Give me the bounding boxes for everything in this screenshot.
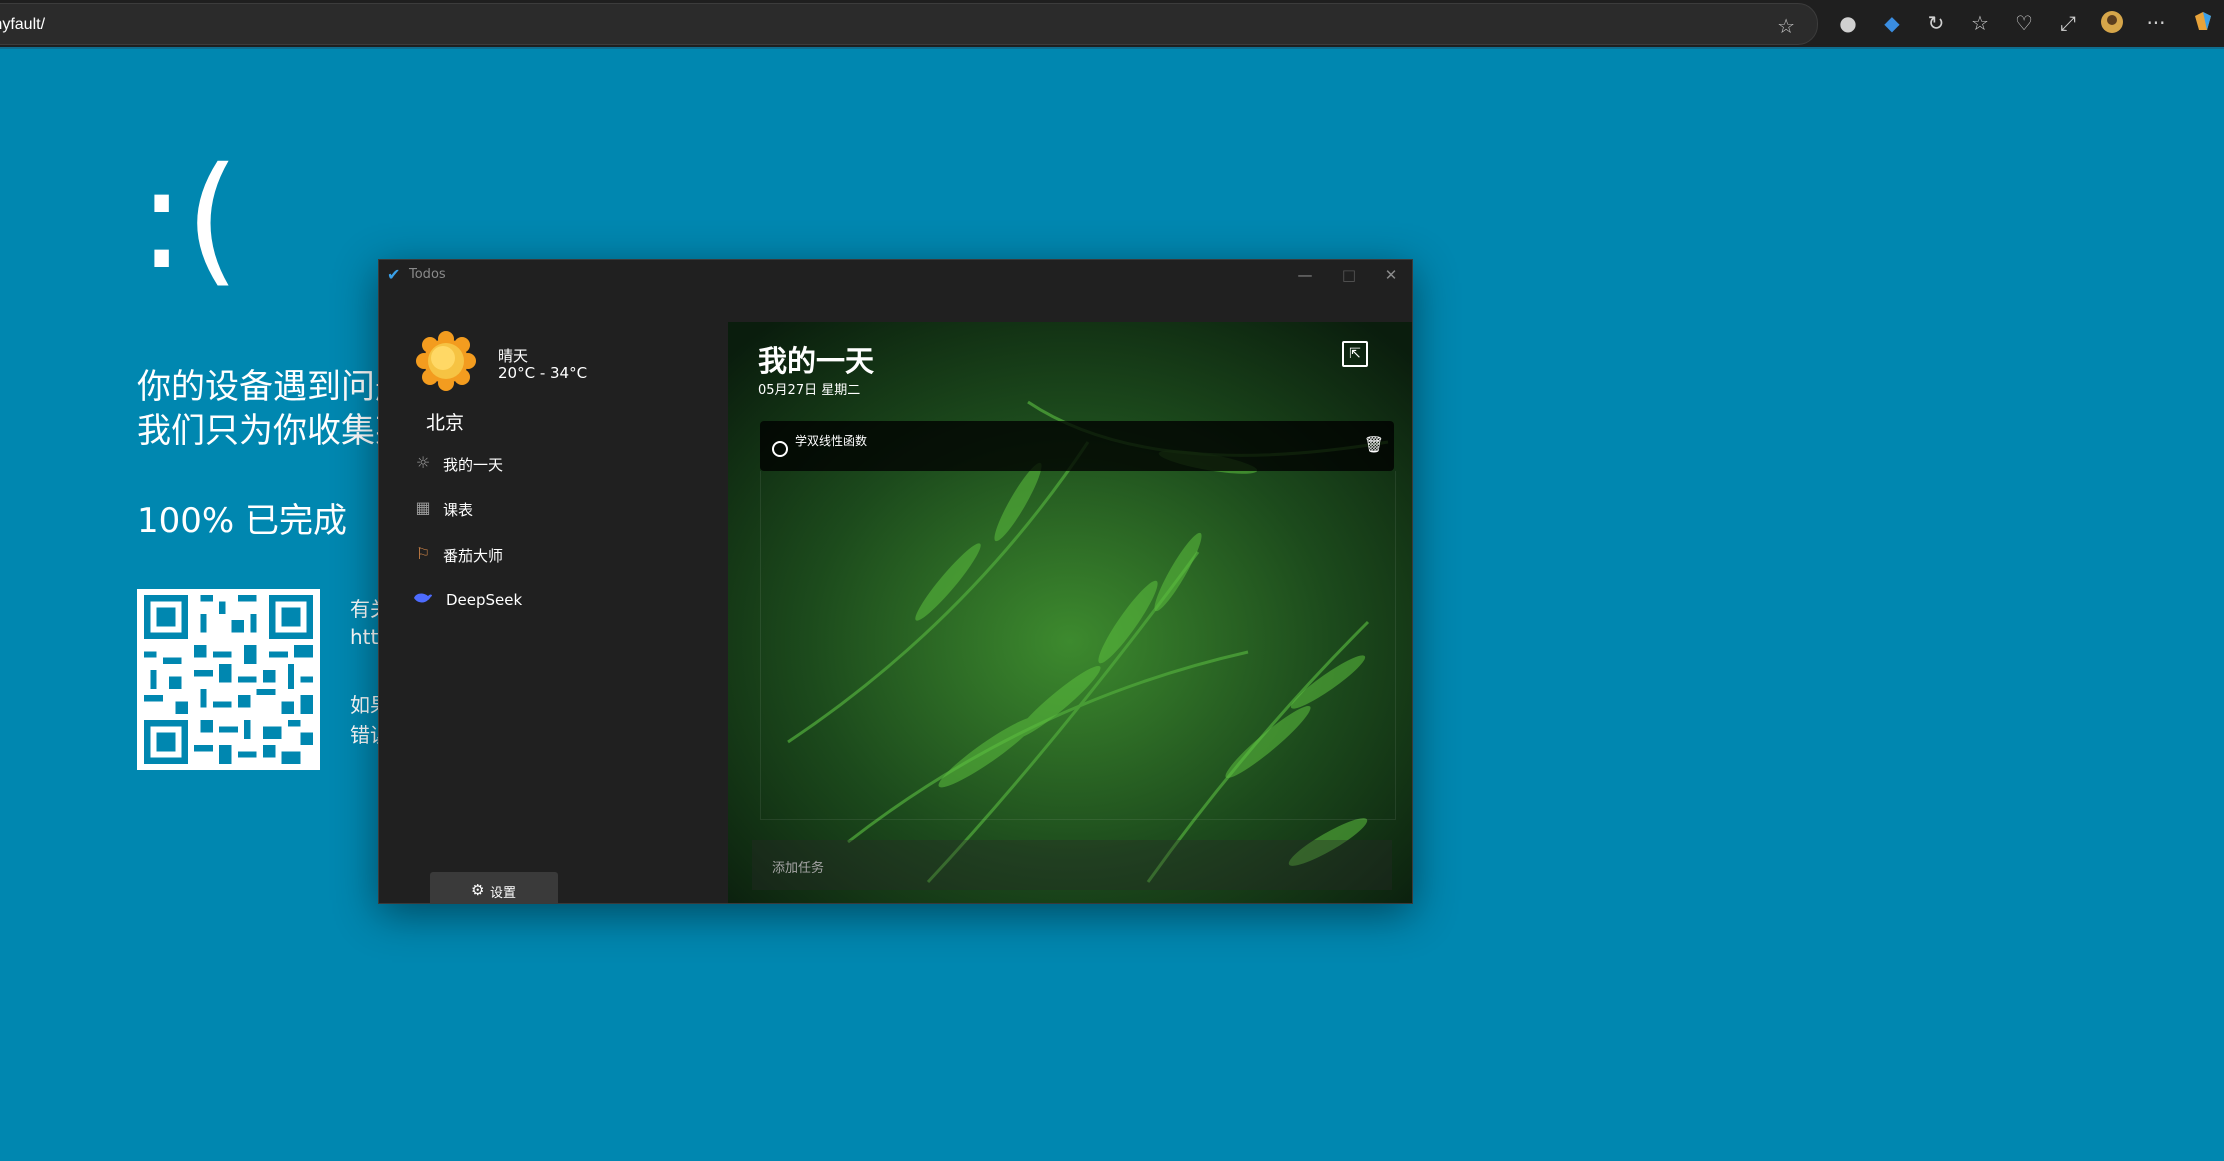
star-icon[interactable]: ☆ (1777, 14, 1795, 38)
settings-button[interactable]: ⚙ 设置 (430, 872, 558, 903)
bsod-message-line2: 我们只为你收集某 (137, 411, 409, 451)
task-list-area (760, 471, 1396, 820)
sidebar: 晴天 20°C - 34°C 北京 ☼ 我的一天 ▦ 课表 ⚐ 番茄大师 Dee… (379, 290, 728, 903)
page-title: 我的一天 (758, 344, 875, 378)
window-titlebar[interactable]: ✔ Todos — □ ✕ (379, 260, 1412, 290)
add-task-input[interactable]: 添加任务 (752, 840, 1392, 890)
weather-city: 北京 (426, 412, 465, 434)
settings-label: 设置 (490, 886, 517, 901)
close-button[interactable]: ✕ (1371, 263, 1411, 287)
nav-item-label: 番茄大师 (443, 547, 504, 565)
task-item[interactable]: 学双线性函数 🗑 (760, 421, 1394, 471)
calendar-icon: ▦ (415, 498, 431, 517)
gear-icon: ⚙ (471, 881, 485, 899)
qr-code (137, 589, 320, 770)
expand-icon[interactable]: ⇱ (1342, 341, 1368, 367)
health-icon[interactable]: ♡ (2011, 10, 2037, 36)
refresh-icon[interactable]: ↻ (1923, 10, 1949, 36)
toolbar-divider (0, 47, 2224, 49)
browser-toolbar: smyfault/ ☆ ● ◆ ↻ ☆ ♡ ⤢ ··· (0, 0, 2224, 49)
copilot-icon[interactable] (2190, 10, 2216, 36)
nav-item-label: DeepSeek (446, 591, 523, 609)
minimize-button[interactable]: — (1285, 263, 1325, 287)
task-complete-checkbox[interactable] (772, 441, 788, 457)
more-icon[interactable]: ··· (2143, 10, 2169, 36)
bsod-progress: 100% 已完成 (137, 501, 348, 541)
window-title: Todos (409, 267, 446, 282)
sunny-weather-icon (415, 330, 477, 392)
todos-window: ✔ Todos — □ ✕ 晴天 20°C - 34°C 北京 ☼ 我的一天 ▦… (378, 259, 1413, 904)
whale-icon (413, 590, 433, 610)
page-date: 05月27日 星期二 (758, 383, 861, 398)
weather-description: 晴天 (498, 347, 529, 365)
nav-item-deepseek[interactable]: DeepSeek (413, 587, 713, 617)
trash-icon[interactable]: 🗑 (1364, 435, 1384, 454)
weather-temperature: 20°C - 34°C (498, 364, 588, 382)
nav-item-schedule[interactable]: ▦ 课表 (413, 495, 713, 525)
task-label: 学双线性函数 (795, 434, 868, 448)
check-icon: ✔ (387, 265, 401, 284)
add-task-placeholder: 添加任务 (772, 861, 825, 876)
sad-face: :( (138, 138, 240, 301)
address-bar[interactable]: smyfault/ ☆ (0, 3, 1818, 45)
share-icon[interactable]: ⤢ (2055, 10, 2081, 36)
address-text[interactable]: smyfault/ (0, 16, 45, 34)
extension-badge-icon[interactable]: ◆ (1879, 10, 1905, 36)
nav-item-label: 我的一天 (443, 456, 504, 474)
maximize-button[interactable]: □ (1329, 263, 1369, 287)
sun-icon: ☼ (415, 453, 431, 472)
flag-icon: ⚐ (415, 544, 431, 563)
extension-icon[interactable]: ● (1835, 10, 1861, 36)
nav-item-my-day[interactable]: ☼ 我的一天 (413, 450, 713, 480)
nav-item-pomodoro[interactable]: ⚐ 番茄大师 (413, 541, 713, 571)
nav-item-label: 课表 (443, 501, 474, 519)
favorites-icon[interactable]: ☆ (1967, 10, 1993, 36)
main-panel: 我的一天 05月27日 星期二 ⇱ 学双线性函数 🗑 添加任务 (728, 322, 1412, 903)
profile-avatar[interactable] (2099, 10, 2125, 36)
bsod-message-line1: 你的设备遇到问题 (137, 367, 409, 407)
